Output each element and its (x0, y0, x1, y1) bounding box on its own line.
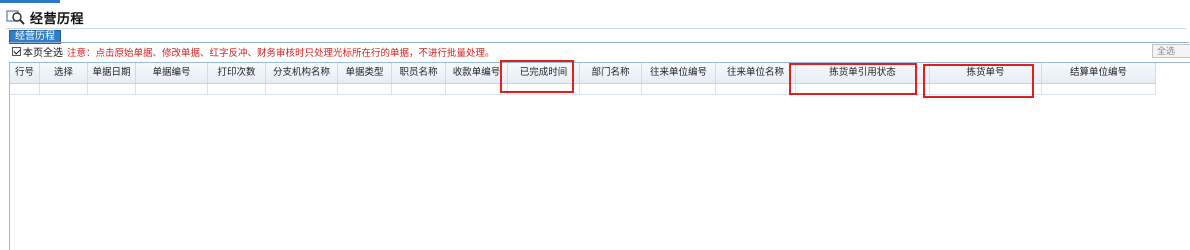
column-header[interactable]: 部门名称 (580, 63, 642, 83)
options-row: 本页全选 注意：点击原始单据、修改单据、红字反冲、财务审核时只处理光标所在行的单… (12, 44, 495, 59)
grid-cell[interactable] (392, 84, 446, 94)
highlight-completed-time (500, 60, 574, 93)
grid-cell[interactable] (446, 84, 508, 94)
column-header[interactable]: 单据类型 (338, 63, 392, 83)
page-title: 经营历程 (30, 11, 85, 27)
column-header[interactable]: 行号 (10, 63, 40, 83)
column-header[interactable]: 往来单位编号 (642, 63, 716, 83)
column-header[interactable]: 选择 (40, 63, 88, 83)
grid-cell[interactable] (1042, 84, 1156, 94)
grid-cell[interactable] (10, 84, 40, 94)
select-all-label[interactable]: 本页全选 (23, 44, 63, 59)
column-header[interactable]: 打印次数 (208, 63, 266, 83)
grid-cell[interactable] (338, 84, 392, 94)
grid-cell[interactable] (266, 84, 338, 94)
grid-cell[interactable] (642, 84, 716, 94)
column-header[interactable]: 收款单编号 (446, 63, 508, 83)
tab-divider (9, 42, 1189, 43)
column-header[interactable]: 单据日期 (88, 63, 136, 83)
title-bar: 经营历程 (6, 8, 85, 27)
top-accent-line (0, 0, 60, 3)
select-all-checkbox[interactable] (12, 47, 21, 56)
notice-text: 注意：点击原始单据、修改单据、红字反冲、财务审核时只处理光标所在行的单据，不进行… (67, 47, 495, 59)
grid-cell[interactable] (40, 84, 88, 94)
column-header[interactable]: 结算单位编号 (1042, 63, 1156, 83)
column-header[interactable]: 单据编号 (136, 63, 208, 83)
highlight-pick-number (923, 64, 1034, 98)
highlight-pick-ref-status (789, 63, 917, 95)
column-header[interactable]: 职员名称 (392, 63, 446, 83)
grid-cell[interactable] (208, 84, 266, 94)
select-all-button[interactable]: 全选 (1152, 44, 1190, 58)
column-header[interactable]: 往来单位名称 (716, 63, 796, 83)
column-header[interactable]: 分支机构名称 (266, 63, 338, 83)
grid-cell[interactable] (136, 84, 208, 94)
grid-cell[interactable] (716, 84, 796, 94)
grid-cell[interactable] (88, 84, 136, 94)
search-history-icon (6, 9, 26, 25)
grid-cell[interactable] (580, 84, 642, 94)
title-divider (6, 28, 1186, 29)
